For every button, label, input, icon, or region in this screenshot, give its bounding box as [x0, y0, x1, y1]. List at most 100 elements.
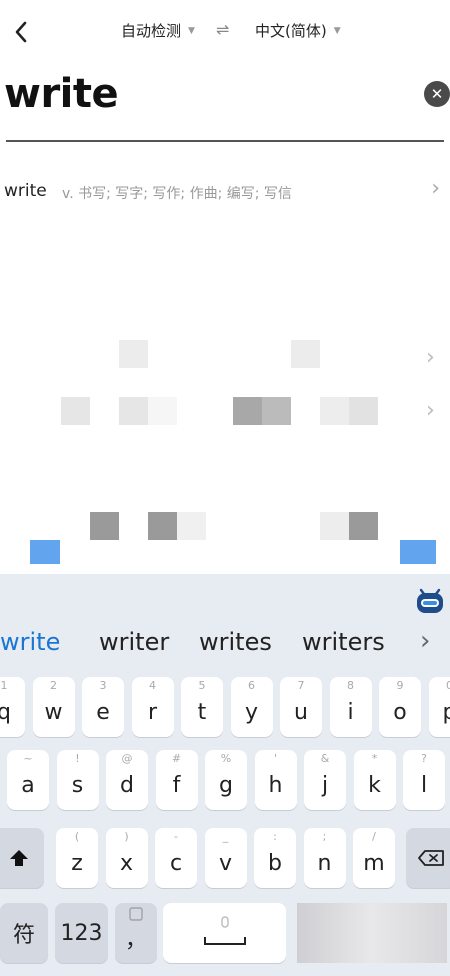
- key-secondary-label: ': [273, 752, 278, 765]
- key-s[interactable]: ! s: [56, 750, 99, 810]
- key-secondary-label: !: [75, 752, 80, 765]
- key-label: c: [169, 850, 183, 876]
- keyboard-assistant-icon[interactable]: [414, 584, 446, 616]
- clear-button[interactable]: ✕: [424, 81, 450, 107]
- space-key[interactable]: [163, 903, 286, 963]
- key-secondary-label: (: [74, 830, 80, 843]
- key-secondary-label: ~: [23, 752, 33, 765]
- key-o[interactable]: 9o: [379, 677, 421, 737]
- key-v[interactable]: _ v: [204, 828, 247, 888]
- key-x[interactable]: ) x: [105, 828, 148, 888]
- key-i[interactable]: 8i: [329, 677, 372, 737]
- comma-key[interactable]: ，: [115, 903, 157, 963]
- key-secondary-label: ;: [322, 830, 327, 843]
- key-secondary-label: 6: [248, 679, 255, 692]
- key-label: v: [218, 850, 233, 876]
- key-secondary-label: ?: [421, 752, 427, 765]
- shift-key[interactable]: [0, 828, 44, 888]
- close-icon: ✕: [430, 85, 444, 103]
- key-e[interactable]: 3e: [82, 677, 124, 737]
- candidate-word[interactable]: writer: [99, 628, 169, 656]
- key-label: x: [119, 850, 134, 876]
- key-label: q: [0, 699, 11, 725]
- key-m[interactable]: / m: [353, 828, 395, 888]
- key-label: r: [147, 699, 158, 725]
- key-q[interactable]: 1q: [0, 677, 25, 737]
- key-l[interactable]: ? l: [403, 750, 445, 810]
- key-label: n: [317, 850, 332, 876]
- symbols-key[interactable]: 符: [0, 903, 48, 963]
- chevron-right-icon: ›: [431, 176, 440, 201]
- key-k[interactable]: * k: [353, 750, 396, 810]
- query-input[interactable]: write: [4, 64, 119, 124]
- key-secondary-label: /: [372, 830, 376, 843]
- candidate-word[interactable]: writers: [302, 628, 385, 656]
- swap-icon: ⇌: [216, 20, 230, 39]
- key-secondary-label: 9: [396, 679, 404, 692]
- chevron-left-icon: [15, 21, 27, 43]
- key-label: i: [347, 699, 354, 725]
- bottom-toolbar-obscured: [0, 540, 450, 574]
- chevron-right-icon: ›: [426, 345, 435, 370]
- key-secondary-label: ): [124, 830, 129, 843]
- key-secondary-label: 1: [0, 679, 8, 692]
- source-language-label: 自动检测: [121, 22, 182, 40]
- chevron-right-icon: ›: [426, 398, 435, 423]
- key-label: b: [268, 850, 282, 876]
- swap-languages-button[interactable]: ⇌: [216, 20, 229, 39]
- key-r[interactable]: 4r: [131, 677, 174, 737]
- key-g[interactable]: % g: [205, 750, 247, 810]
- source-language-select[interactable]: 自动检测 ▼: [121, 20, 195, 41]
- key-w[interactable]: 2w: [32, 677, 75, 737]
- key-label: a: [21, 772, 35, 798]
- key-u[interactable]: 7u: [280, 677, 322, 737]
- candidate-word[interactable]: writes: [199, 628, 272, 656]
- microphone-icon: [221, 916, 229, 928]
- key-t[interactable]: 5t: [181, 677, 223, 737]
- candidate-bar: write writer writes writers ›: [0, 622, 450, 666]
- key-label: u: [294, 699, 308, 725]
- key-secondary-label: &: [320, 752, 330, 765]
- key-c[interactable]: -c: [155, 828, 197, 888]
- key-secondary-label: :: [273, 830, 277, 843]
- key-y[interactable]: 6y: [230, 677, 273, 737]
- key-secondary-label: _: [222, 830, 229, 843]
- key-label: k: [368, 772, 381, 798]
- key-secondary-label: #: [171, 752, 182, 765]
- target-language-select[interactable]: 中文(简体) ▼: [255, 20, 341, 41]
- back-button[interactable]: [6, 14, 36, 50]
- key-d[interactable]: @ d: [106, 750, 148, 810]
- key-z[interactable]: (z: [56, 828, 98, 888]
- backspace-key[interactable]: [406, 828, 450, 888]
- suggestion-row[interactable]: write v. 书写; 写字; 写作; 作曲; 编写; 写信 ›: [0, 172, 450, 212]
- key-secondary-label: @: [121, 752, 133, 765]
- suggestion-word: write: [4, 181, 47, 201]
- key-label: e: [96, 699, 110, 725]
- shift-icon: [10, 850, 28, 866]
- key-j[interactable]: & j: [304, 750, 346, 810]
- key-secondary-label: 3: [99, 679, 107, 692]
- backspace-icon: [418, 850, 444, 866]
- key-secondary-label: 7: [297, 679, 305, 692]
- key-secondary-label: 2: [50, 679, 57, 692]
- key-label: t: [197, 699, 207, 725]
- key-b[interactable]: :b: [254, 828, 296, 888]
- key-p[interactable]: 0p: [428, 677, 450, 737]
- top-bar: 自动检测 ▼ ⇌ 中文(简体) ▼: [0, 0, 450, 64]
- key-f[interactable]: # f: [155, 750, 198, 810]
- numbers-key[interactable]: 123: [55, 903, 108, 963]
- key-h[interactable]: ' h: [254, 750, 297, 810]
- target-language-label: 中文(简体): [255, 22, 327, 40]
- caret-down-icon: ▼: [188, 25, 195, 36]
- key-secondary-label: 5: [198, 679, 206, 692]
- candidate-word[interactable]: write: [0, 628, 60, 656]
- space-bar-icon: [204, 937, 246, 945]
- chevron-right-icon[interactable]: ›: [420, 626, 430, 656]
- key-n[interactable]: ; n: [303, 828, 346, 888]
- key-label: o: [393, 699, 407, 725]
- key-a[interactable]: ~ a: [7, 750, 49, 810]
- return-key-obscured[interactable]: [297, 903, 447, 963]
- numbers-key-label: 123: [60, 920, 103, 946]
- key-secondary-label: -: [174, 830, 178, 843]
- key-label: g: [219, 772, 233, 798]
